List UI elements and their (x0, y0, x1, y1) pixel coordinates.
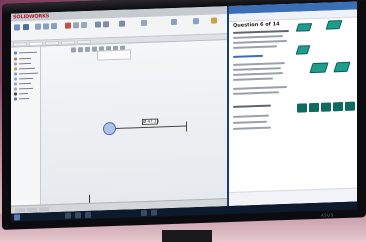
sketch-circle[interactable] (103, 121, 116, 136)
answer-option-line[interactable] (233, 114, 269, 118)
answer-option-line[interactable] (233, 120, 267, 124)
shaded-sketch-icon[interactable] (211, 17, 217, 24)
instant2d-icon[interactable] (193, 18, 199, 25)
monitor-screen: SOLIDWORKS Ø 47.13 Question 6 of 14 (11, 1, 357, 214)
monitor-stand (162, 230, 212, 242)
question-text-line (233, 85, 287, 90)
taskbar-app-icon[interactable] (65, 212, 71, 219)
tab-evaluate[interactable] (45, 40, 59, 46)
tree-item-right-plane[interactable] (14, 87, 38, 91)
answer-choice-b[interactable] (309, 102, 319, 113)
taskbar-app-icon[interactable] (151, 209, 157, 216)
tree-item-front-plane[interactable] (14, 77, 38, 81)
tree-item-sensors[interactable] (14, 62, 38, 66)
part-image-4 (309, 62, 329, 76)
rectangle-icon[interactable] (43, 23, 49, 30)
question-link[interactable] (233, 54, 263, 58)
tree-item-material[interactable] (14, 72, 38, 76)
relations-icon[interactable] (141, 19, 147, 27)
dimension-value-box[interactable]: Ø 47.13 (142, 118, 159, 126)
taskbar-app-icon[interactable] (85, 211, 91, 219)
pattern-icon[interactable] (103, 21, 109, 28)
move-icon[interactable] (119, 20, 125, 27)
photo-scene: SOLIDWORKS Ø 47.13 Question 6 of 14 ASUS (0, 0, 366, 242)
answer-choice-a[interactable] (297, 103, 307, 113)
taskbar-app-icon[interactable] (141, 209, 147, 217)
dimension-extension (186, 121, 187, 132)
question-text-line (233, 39, 287, 44)
solidworks-window: SOLIDWORKS Ø 47.13 (11, 6, 227, 214)
part-image-3 (295, 43, 313, 56)
repair-icon[interactable] (171, 18, 177, 26)
question-text-line (233, 77, 273, 81)
mirror-icon[interactable] (95, 21, 101, 28)
tab-features[interactable] (13, 42, 27, 47)
answer-choice-d[interactable] (333, 102, 343, 112)
line-icon[interactable] (35, 23, 41, 30)
feature-tree (11, 46, 41, 206)
tree-item-origin[interactable] (14, 92, 38, 96)
dimension-leader (116, 125, 186, 129)
circle-icon[interactable] (51, 23, 57, 30)
dimension-value: Ø 47.13 (143, 118, 159, 125)
part-image-5 (333, 61, 351, 75)
question-text-line (233, 45, 277, 49)
question-text-line (233, 91, 279, 95)
previous-view-icon[interactable] (85, 46, 90, 53)
question-text-line (233, 72, 283, 76)
sketch-icon[interactable] (14, 24, 20, 31)
tree-item-sketch1[interactable] (14, 97, 38, 101)
part-image-2 (325, 18, 343, 31)
monitor-brand: ASUS (321, 212, 334, 218)
tree-item-top-plane[interactable] (14, 82, 38, 86)
tab-model[interactable] (15, 208, 25, 213)
tree-item-annotations[interactable] (14, 67, 38, 71)
tab-motion-study[interactable] (39, 207, 49, 212)
trim-icon[interactable] (65, 22, 71, 29)
graphics-area[interactable]: Ø 47.13 (41, 40, 227, 206)
question-text-line (233, 29, 289, 34)
tab-3d-views[interactable] (27, 207, 37, 213)
zoom-fit-icon[interactable] (71, 47, 76, 53)
smart-dimension-icon[interactable] (23, 23, 29, 31)
tab-sketch[interactable] (29, 41, 43, 46)
convert-icon[interactable] (73, 22, 79, 29)
answer-option-line[interactable] (233, 126, 271, 130)
sketch-hint-box (97, 49, 131, 61)
quiz-window: Question 6 of 14 (229, 1, 357, 207)
tree-item-history[interactable] (14, 57, 38, 61)
answer-choice-c[interactable] (321, 102, 331, 112)
start-icon[interactable] (14, 214, 20, 221)
question-counter: Question 6 of 14 (233, 21, 280, 29)
zoom-area-icon[interactable] (78, 47, 83, 53)
tab-dimxpert[interactable] (61, 40, 75, 45)
answer-choice-e[interactable] (345, 101, 355, 111)
taskbar-app-icon[interactable] (75, 212, 81, 219)
monitor: SOLIDWORKS Ø 47.13 Question 6 of 14 ASUS (0, 0, 366, 230)
answer-prompt-line (233, 104, 271, 108)
answer-thumbnails (297, 101, 355, 113)
tree-item-part[interactable] (14, 51, 38, 55)
tab-addins[interactable] (77, 39, 91, 45)
offset-icon[interactable] (81, 21, 87, 29)
question-text-line (233, 62, 285, 66)
part-image-1 (295, 21, 313, 34)
question-text-line (233, 35, 283, 39)
question-text-line (233, 67, 281, 71)
